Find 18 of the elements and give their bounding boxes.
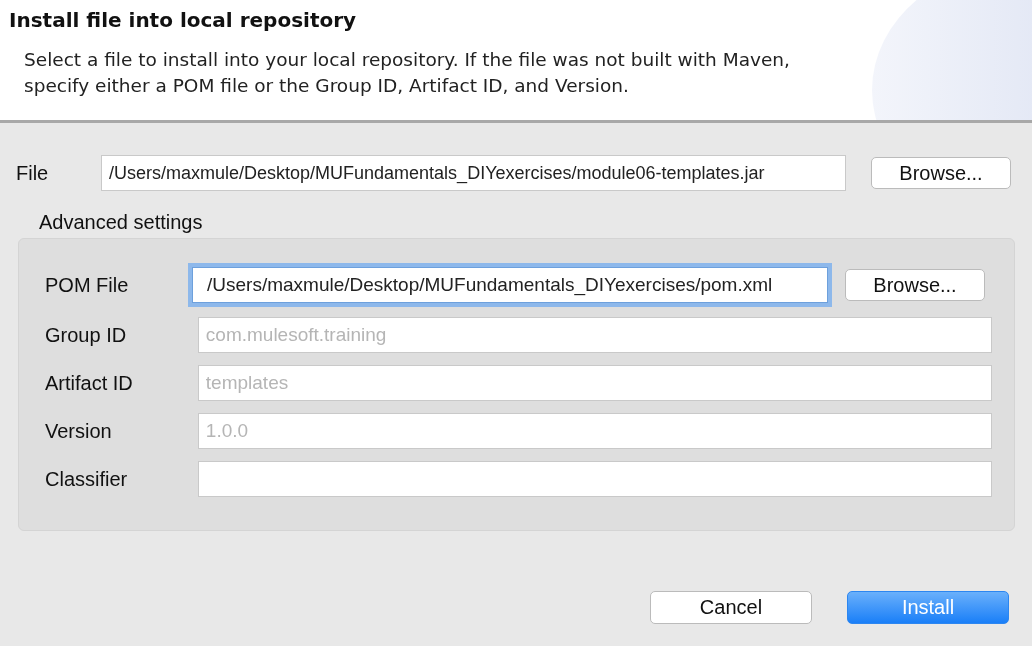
- dialog-description: Select a file to install into your local repository. If the file was not built with Maven, specify either a POM file or the Group ID, Artifact ID, and Version.: [24, 48, 791, 98]
- browse-button[interactable]: Browse...: [845, 269, 985, 301]
- group-title: Advanced settings: [39, 211, 204, 234]
- browse-button[interactable]: Browse...: [871, 157, 1011, 189]
- file-path-field[interactable]: /Users/maxmule/Desktop/MUFundamentals_DIYexercises/module06-templates.jar: [101, 155, 846, 191]
- field-label: Group ID: [45, 323, 128, 347]
- text-field[interactable]: [197, 461, 992, 497]
- text-field[interactable]: templates: [197, 365, 992, 401]
- text-field[interactable]: /Users/maxmule/Desktop/MUFundamentals_DIYexercises/pom.xml: [192, 267, 828, 303]
- field-label: Artifact ID: [45, 371, 134, 395]
- field-label: Classifier: [45, 467, 129, 491]
- cancel-button[interactable]: Cancel: [650, 591, 812, 624]
- field-label: File: [16, 161, 50, 185]
- dialog-title: Install file into local repository: [9, 8, 358, 32]
- text-field[interactable]: 1.0.0: [197, 413, 992, 449]
- field-label: Version: [45, 419, 113, 443]
- text-field[interactable]: com.mulesoft.training: [197, 317, 992, 353]
- field-label: POM File: [45, 273, 130, 297]
